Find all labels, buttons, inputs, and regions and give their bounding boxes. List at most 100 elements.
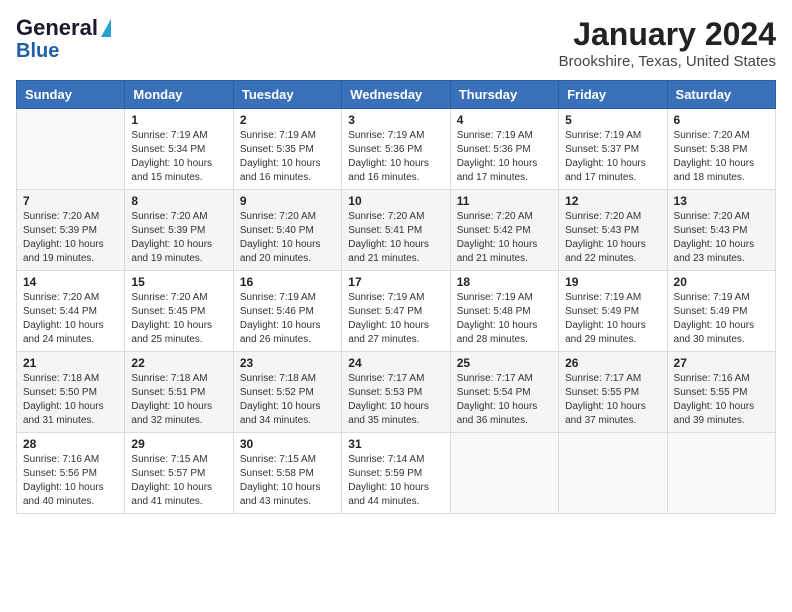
calendar-week-row: 14 Sunrise: 7:20 AMSunset: 5:44 PMDayligh… (17, 271, 776, 352)
logo-triangle-icon (101, 19, 111, 37)
page-subtitle: Brookshire, Texas, United States (559, 53, 776, 70)
calendar-cell (667, 433, 775, 514)
day-number: 3 (348, 113, 443, 127)
calendar-cell: 31 Sunrise: 7:14 AMSunset: 5:59 PMDayligh… (342, 433, 450, 514)
day-number: 25 (457, 356, 552, 370)
day-number: 20 (674, 275, 769, 289)
day-number: 12 (565, 194, 660, 208)
calendar-cell: 18 Sunrise: 7:19 AMSunset: 5:48 PMDayligh… (450, 271, 558, 352)
calendar-cell: 4 Sunrise: 7:19 AMSunset: 5:36 PMDaylight… (450, 109, 558, 190)
logo: General Blue (16, 16, 111, 62)
calendar-cell: 6 Sunrise: 7:20 AMSunset: 5:38 PMDaylight… (667, 109, 775, 190)
day-info: Sunrise: 7:20 AMSunset: 5:39 PMDaylight:… (23, 210, 118, 266)
calendar-week-row: 28 Sunrise: 7:16 AMSunset: 5:56 PMDayligh… (17, 433, 776, 514)
day-info: Sunrise: 7:17 AMSunset: 5:54 PMDaylight:… (457, 372, 552, 428)
calendar-cell: 2Sunrise: 7:19 AMSunset: 5:35 PMDaylight… (233, 109, 341, 190)
day-info: Sunrise: 7:19 AMSunset: 5:49 PMDaylight:… (674, 291, 769, 347)
day-of-week-header: Wednesday (342, 81, 450, 109)
day-number: 23 (240, 356, 335, 370)
logo-blue: Blue (16, 40, 59, 62)
day-number: 10 (348, 194, 443, 208)
day-info: Sunrise: 7:20 AMSunset: 5:43 PMDaylight:… (565, 210, 660, 266)
day-number: 1 (131, 113, 226, 127)
day-of-week-header: Thursday (450, 81, 558, 109)
day-number: 4 (457, 113, 552, 127)
calendar-cell: 29 Sunrise: 7:15 AMSunset: 5:57 PMDayligh… (125, 433, 233, 514)
calendar-cell: 23 Sunrise: 7:18 AMSunset: 5:52 PMDayligh… (233, 352, 341, 433)
day-info: Sunrise: 7:17 AMSunset: 5:53 PMDaylight:… (348, 372, 443, 428)
calendar-cell: 26 Sunrise: 7:17 AMSunset: 5:55 PMDayligh… (559, 352, 667, 433)
calendar-cell: 24 Sunrise: 7:17 AMSunset: 5:53 PMDayligh… (342, 352, 450, 433)
calendar-cell: 8 Sunrise: 7:20 AMSunset: 5:39 PMDaylight… (125, 190, 233, 271)
day-info: Sunrise: 7:20 AMSunset: 5:38 PMDaylight:… (674, 129, 769, 185)
calendar-cell: 15Sunrise: 7:20 AMSunset: 5:45 PMDayligh… (125, 271, 233, 352)
day-info: Sunrise: 7:16 AMSunset: 5:55 PMDaylight:… (674, 372, 769, 428)
day-number: 26 (565, 356, 660, 370)
calendar-cell: 11Sunrise: 7:20 AMSunset: 5:42 PMDayligh… (450, 190, 558, 271)
calendar-cell: 7Sunrise: 7:20 AMSunset: 5:39 PMDaylight… (17, 190, 125, 271)
day-info: Sunrise: 7:20 AMSunset: 5:39 PMDaylight:… (131, 210, 226, 266)
page-title: January 2024 (559, 16, 776, 53)
day-number: 24 (348, 356, 443, 370)
calendar-cell: 22Sunrise: 7:18 AMSunset: 5:51 PMDayligh… (125, 352, 233, 433)
day-number: 8 (131, 194, 226, 208)
calendar-cell: 21 Sunrise: 7:18 AMSunset: 5:50 PMDayligh… (17, 352, 125, 433)
logo-general: General (16, 16, 98, 40)
day-info: Sunrise: 7:20 AMSunset: 5:40 PMDaylight:… (240, 210, 335, 266)
calendar-cell: 28 Sunrise: 7:16 AMSunset: 5:56 PMDayligh… (17, 433, 125, 514)
day-number: 11 (457, 194, 552, 208)
day-of-week-header: Saturday (667, 81, 775, 109)
day-info: Sunrise: 7:19 AMSunset: 5:46 PMDaylight:… (240, 291, 335, 347)
day-info: Sunrise: 7:15 AMSunset: 5:58 PMDaylight:… (240, 453, 335, 509)
day-number: 16 (240, 275, 335, 289)
day-info: Sunrise: 7:20 AMSunset: 5:41 PMDaylight:… (348, 210, 443, 266)
title-block: January 2024 Brookshire, Texas, United S… (559, 16, 776, 70)
day-info: Sunrise: 7:15 AMSunset: 5:57 PMDaylight:… (131, 453, 226, 509)
day-info: Sunrise: 7:20 AMSunset: 5:44 PMDaylight:… (23, 291, 118, 347)
calendar-week-row: 1Sunrise: 7:19 AMSunset: 5:34 PMDaylight… (17, 109, 776, 190)
calendar-cell: 9 Sunrise: 7:20 AMSunset: 5:40 PMDaylight… (233, 190, 341, 271)
day-info: Sunrise: 7:19 AMSunset: 5:48 PMDaylight:… (457, 291, 552, 347)
day-number: 9 (240, 194, 335, 208)
day-number: 6 (674, 113, 769, 127)
day-info: Sunrise: 7:19 AMSunset: 5:47 PMDaylight:… (348, 291, 443, 347)
day-number: 29 (131, 437, 226, 451)
calendar-cell: 3 Sunrise: 7:19 AMSunset: 5:36 PMDaylight… (342, 109, 450, 190)
day-number: 19 (565, 275, 660, 289)
day-number: 13 (674, 194, 769, 208)
calendar-week-row: 21 Sunrise: 7:18 AMSunset: 5:50 PMDayligh… (17, 352, 776, 433)
day-info: Sunrise: 7:19 AMSunset: 5:37 PMDaylight:… (565, 129, 660, 185)
day-info: Sunrise: 7:18 AMSunset: 5:50 PMDaylight:… (23, 372, 118, 428)
calendar-header-row: SundayMondayTuesdayWednesdayThursdayFrid… (17, 81, 776, 109)
day-info: Sunrise: 7:18 AMSunset: 5:52 PMDaylight:… (240, 372, 335, 428)
day-number: 18 (457, 275, 552, 289)
calendar-cell: 13 Sunrise: 7:20 AMSunset: 5:43 PMDayligh… (667, 190, 775, 271)
day-number: 21 (23, 356, 118, 370)
day-number: 17 (348, 275, 443, 289)
page-header: General Blue January 2024 Brookshire, Te… (16, 16, 776, 70)
calendar-cell: 1Sunrise: 7:19 AMSunset: 5:34 PMDaylight… (125, 109, 233, 190)
day-info: Sunrise: 7:17 AMSunset: 5:55 PMDaylight:… (565, 372, 660, 428)
calendar-cell: 14 Sunrise: 7:20 AMSunset: 5:44 PMDayligh… (17, 271, 125, 352)
calendar-cell: 5Sunrise: 7:19 AMSunset: 5:37 PMDaylight… (559, 109, 667, 190)
day-info: Sunrise: 7:16 AMSunset: 5:56 PMDaylight:… (23, 453, 118, 509)
calendar-cell: 16 Sunrise: 7:19 AMSunset: 5:46 PMDayligh… (233, 271, 341, 352)
calendar-cell (17, 109, 125, 190)
day-info: Sunrise: 7:20 AMSunset: 5:43 PMDaylight:… (674, 210, 769, 266)
day-info: Sunrise: 7:19 AMSunset: 5:36 PMDaylight:… (348, 129, 443, 185)
day-number: 27 (674, 356, 769, 370)
calendar-week-row: 7Sunrise: 7:20 AMSunset: 5:39 PMDaylight… (17, 190, 776, 271)
day-number: 2 (240, 113, 335, 127)
day-number: 22 (131, 356, 226, 370)
day-number: 14 (23, 275, 118, 289)
day-info: Sunrise: 7:14 AMSunset: 5:59 PMDaylight:… (348, 453, 443, 509)
day-info: Sunrise: 7:19 AMSunset: 5:36 PMDaylight:… (457, 129, 552, 185)
day-of-week-header: Tuesday (233, 81, 341, 109)
day-of-week-header: Monday (125, 81, 233, 109)
day-number: 28 (23, 437, 118, 451)
calendar-cell: 20 Sunrise: 7:19 AMSunset: 5:49 PMDayligh… (667, 271, 775, 352)
day-number: 31 (348, 437, 443, 451)
calendar-cell (559, 433, 667, 514)
calendar-cell: 27 Sunrise: 7:16 AMSunset: 5:55 PMDayligh… (667, 352, 775, 433)
day-number: 30 (240, 437, 335, 451)
